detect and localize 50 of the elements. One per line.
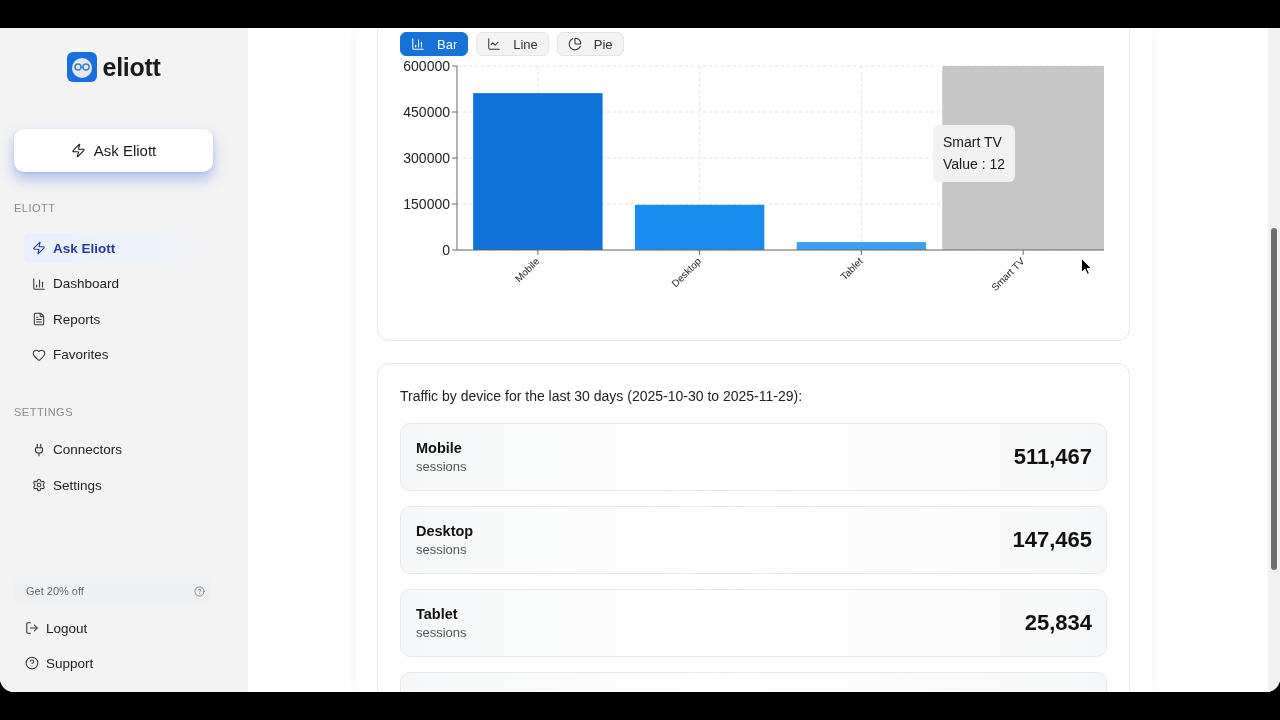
settings-icon: [32, 478, 46, 492]
help-icon: [25, 656, 39, 670]
unit-label: sessions: [416, 542, 468, 558]
logout-icon: [25, 621, 39, 635]
y-tick-label: 600000: [403, 58, 450, 74]
lightning-icon: [32, 241, 46, 255]
section-title: ELIOTT: [14, 201, 57, 215]
y-tick-label: 300000: [403, 150, 450, 166]
bar-chart-icon: [411, 37, 425, 51]
unit-label: sessions: [416, 625, 467, 641]
chart-type-tab[interactable]: Pie: [556, 32, 624, 56]
y-tick-label: 150000: [403, 196, 450, 212]
pie-chart-icon: [567, 37, 582, 51]
y-tick-label: 0: [442, 242, 450, 258]
nav-item[interactable]: Dashboard: [24, 268, 208, 299]
ask-eliott-button[interactable]: Ask Eliott: [14, 129, 213, 172]
device-name: Desktop: [416, 522, 474, 540]
nav-item[interactable]: Settings: [24, 470, 208, 500]
nav-item[interactable]: Favorites: [24, 339, 208, 370]
bar[interactable]: [634, 204, 765, 250]
device-name: Mobile: [416, 439, 463, 457]
session-count: 147,465: [1012, 527, 1092, 553]
tooltip-value: Value : 12: [943, 156, 1005, 172]
heart-icon: [32, 347, 46, 362]
mouse-pointer-icon: [1081, 258, 1092, 275]
tooltip-title: Smart TV: [943, 134, 1003, 150]
unit-label: sessions: [416, 459, 467, 475]
lightning-icon: [70, 143, 86, 158]
nav-item[interactable]: Reports: [24, 304, 208, 334]
chart-type-tab[interactable]: Line: [476, 32, 549, 56]
bar[interactable]: [796, 242, 927, 250]
footer-link[interactable]: Support: [14, 648, 198, 678]
logo-icon: [66, 52, 97, 82]
footer-link[interactable]: Logout: [14, 613, 198, 643]
section-title: SETTINGS: [14, 404, 74, 419]
logo-text: eliott: [102, 52, 161, 82]
plug-icon: [32, 442, 46, 457]
document-icon: [32, 312, 46, 326]
chart-type-tab[interactable]: Bar: [400, 32, 469, 56]
session-count: 25,834: [1024, 610, 1092, 636]
help-icon: [194, 585, 205, 597]
line-chart-icon: [487, 37, 502, 51]
device-name: Tablet: [416, 605, 459, 623]
scrollbar[interactable]: [1271, 228, 1277, 570]
summary-text: Traffic by device for the last 30 days (2025-10-30 to 2025-11-29):: [400, 387, 804, 406]
bar-chart-icon: [32, 276, 46, 291]
promo-link[interactable]: Get 20% off: [14, 578, 210, 604]
nav-item[interactable]: Connectors: [24, 434, 208, 465]
y-tick-label: 450000: [403, 104, 450, 120]
session-count: 511,467: [1013, 444, 1092, 470]
